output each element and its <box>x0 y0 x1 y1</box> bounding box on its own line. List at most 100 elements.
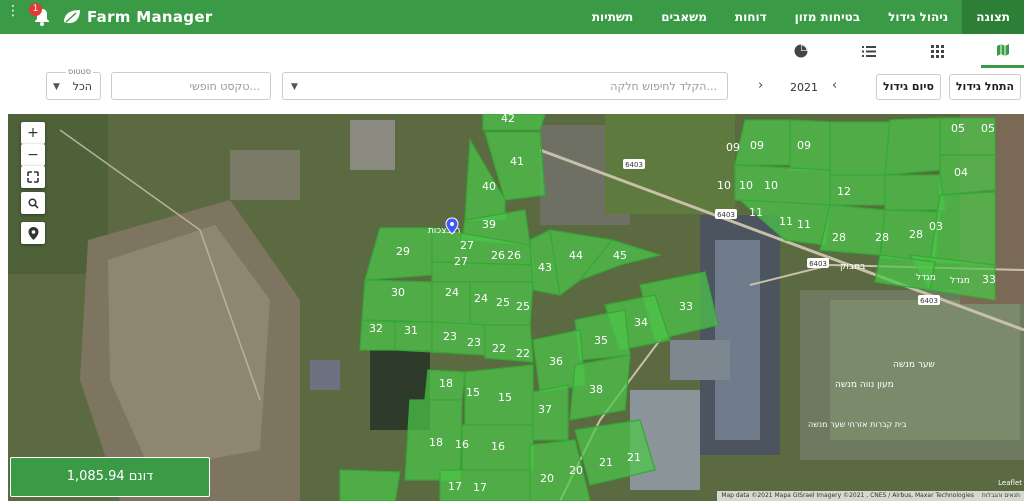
plot-label: 11 <box>749 206 763 219</box>
plot-label: 15 <box>498 391 512 404</box>
end-growth-button[interactable]: סיום גידול <box>876 74 941 100</box>
plot-label: 45 <box>613 249 627 262</box>
year-value: 2021 <box>790 81 818 94</box>
search-map-button[interactable] <box>21 192 45 214</box>
plot-label: 05 <box>981 122 995 135</box>
road-label: 6403 <box>717 211 735 219</box>
tab-list-view[interactable] <box>847 34 891 68</box>
plot-label: 17 <box>448 480 462 493</box>
plot-label: 11 <box>797 218 811 231</box>
plot-label: 11 <box>779 215 793 228</box>
plot-label: 42 <box>501 114 515 125</box>
status-select[interactable]: הכל ▼ <box>46 72 101 100</box>
plot-label: 37 <box>538 403 552 416</box>
plot-label: 41 <box>510 155 524 168</box>
leaflet-link[interactable]: Leaflet <box>998 479 1022 487</box>
plot-label: 44 <box>569 249 583 262</box>
app-title: Farm Manager <box>87 8 213 26</box>
plot-label: 22 <box>492 342 506 355</box>
nav-view[interactable]: תצוגה <box>962 0 1024 34</box>
plot-label: 20 <box>569 464 583 477</box>
plot-label: 22 <box>516 347 530 360</box>
place-label: במבוק <box>840 262 865 272</box>
plot-label: 29 <box>396 245 410 258</box>
tab-grid-view[interactable] <box>915 34 959 68</box>
plot-label: 43 <box>538 261 552 274</box>
plot-label: 36 <box>549 355 563 368</box>
map-attribution: Map data ©2021 Mapa GISrael Imagery ©202… <box>717 491 1024 501</box>
plot-label: 28 <box>909 228 923 241</box>
plot-label: 16 <box>491 440 505 453</box>
plot-label: 25 <box>516 300 530 313</box>
tab-chart-view[interactable] <box>779 34 823 68</box>
nav-growth-management[interactable]: ניהול גידול <box>874 0 962 34</box>
terms-link[interactable]: תנאים והגבלות <box>982 492 1020 499</box>
kebab-menu-icon[interactable]: ⋮ <box>6 4 20 18</box>
plot-label: 10 <box>764 179 778 192</box>
plot-label: 31 <box>404 324 418 337</box>
leaf-logo-icon <box>64 10 80 24</box>
locate-button[interactable] <box>21 222 45 244</box>
filter-bar: התחל גידול סיום גידול ‹ 2021 › הקלד לחיפ… <box>0 67 1024 114</box>
plot-label: 28 <box>832 231 846 244</box>
plot-label: 38 <box>589 383 603 396</box>
plot-label: 33 <box>982 273 996 286</box>
plot-search-placeholder: הקלד לחיפוש חלקה... <box>610 80 717 93</box>
place-label: בית קברות אזרחי שער מנשה <box>808 420 907 429</box>
plot-label: 23 <box>467 336 481 349</box>
fullscreen-button[interactable] <box>21 166 45 188</box>
plot-search-input[interactable]: הקלד לחיפוש חלקה... ▼ <box>282 72 728 100</box>
place-label: מגדל <box>916 273 936 283</box>
place-label: שער מנשה <box>893 360 935 370</box>
plot-label: 35 <box>594 334 608 347</box>
plot-label: 12 <box>837 185 851 198</box>
view-tabs <box>0 34 1024 69</box>
fullscreen-icon <box>27 171 39 183</box>
free-text-input[interactable]: טקסט חופשי... <box>111 72 271 100</box>
total-area-label: 1,085.94 דונם <box>10 457 210 497</box>
start-growth-button[interactable]: התחל גידול <box>949 74 1021 100</box>
plot-label: 10 <box>739 179 753 192</box>
plot-label: 39 <box>482 218 496 231</box>
plot-label: 32 <box>369 322 383 335</box>
pie-chart-icon <box>794 44 808 58</box>
plot-label: 40 <box>482 180 496 193</box>
plot-label: 15 <box>466 386 480 399</box>
nav-food-safety[interactable]: בטיחות מזון <box>781 0 874 34</box>
road-label: 6403 <box>809 260 827 268</box>
zoom-in-button[interactable]: + <box>21 122 45 144</box>
road-label: 6403 <box>625 161 643 169</box>
plot-label: 05 <box>951 122 965 135</box>
next-year-icon[interactable]: › <box>758 78 763 93</box>
zoom-out-button[interactable]: − <box>21 144 45 166</box>
chevron-down-icon[interactable]: ▼ <box>291 73 298 101</box>
plot-label: 23 <box>443 330 457 343</box>
plot-label: 30 <box>391 286 405 299</box>
plot-label: 09 <box>797 139 811 152</box>
plot-label: 21 <box>627 451 641 464</box>
top-bar: ⋮ 1 Farm Manager תצוגה ניהול גידול בטיחו… <box>0 0 1024 34</box>
list-icon <box>862 45 876 57</box>
nav-reports[interactable]: דוחות <box>721 0 781 34</box>
location-icon <box>28 226 38 240</box>
plot-label: 24 <box>474 292 488 305</box>
plot-label: 03 <box>929 220 943 233</box>
map-canvas[interactable]: 42 41 40 39 27 27 26 26 29 43 44 45 30 2… <box>8 114 1024 501</box>
satellite-imagery: 42 41 40 39 27 27 26 26 29 43 44 45 30 2… <box>8 114 1024 501</box>
notification-badge: 1 <box>29 3 42 16</box>
plot-label: 25 <box>496 296 510 309</box>
plot-label: 34 <box>634 316 648 329</box>
prev-year-icon[interactable]: ‹ <box>832 78 837 93</box>
nav-resources[interactable]: משאבים <box>647 0 721 34</box>
plot-label: 24 <box>445 286 459 299</box>
chevron-down-icon: ▼ <box>53 82 60 92</box>
plot-label: 04 <box>954 166 968 179</box>
tab-map-view[interactable] <box>981 34 1024 68</box>
nav-infrastructure[interactable]: תשתיות <box>578 0 647 34</box>
plot-label: 26 <box>507 249 521 262</box>
plot-label: 20 <box>540 472 554 485</box>
plot-label: 28 <box>875 231 889 244</box>
status-label: סטטוס <box>66 67 93 76</box>
plot-label: 21 <box>599 456 613 469</box>
plot-label: 09 <box>726 141 740 154</box>
